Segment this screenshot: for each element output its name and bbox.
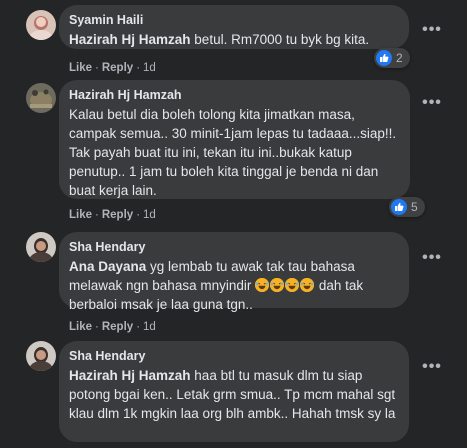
laughing-emoji-icon bbox=[300, 278, 315, 292]
comment-body: betul. Rm7000 tu byk bg kita. bbox=[190, 32, 370, 47]
like-button[interactable]: Like bbox=[69, 321, 92, 333]
reaction-badge[interactable]: 5 bbox=[389, 197, 425, 217]
reply-button[interactable]: Reply bbox=[102, 321, 133, 333]
comment-bubble: Sha Hendary Ana Dayana yg lembab tu awak… bbox=[59, 232, 409, 312]
reply-button[interactable]: Reply bbox=[102, 209, 133, 221]
more-options-icon[interactable]: ••• bbox=[420, 93, 444, 113]
comment-bubble: Sha Hendary Hazirah Hj Hamzah haa btl tu… bbox=[59, 341, 409, 442]
separator: · bbox=[95, 209, 99, 221]
mention-link[interactable]: Ana Dayana bbox=[69, 259, 146, 274]
comment-author[interactable]: Syamin Haili bbox=[69, 13, 399, 28]
like-reaction-icon bbox=[391, 199, 407, 215]
comment-actions: Like · Reply · 1d bbox=[69, 61, 156, 75]
reaction-count: 5 bbox=[411, 200, 418, 214]
timestamp[interactable]: 1d bbox=[143, 209, 156, 221]
reply-button[interactable]: Reply bbox=[102, 62, 133, 74]
avatar[interactable] bbox=[26, 83, 56, 113]
timestamp[interactable]: 1d bbox=[143, 62, 156, 74]
like-reaction-icon bbox=[376, 50, 392, 66]
comment-author[interactable]: Sha Hendary bbox=[69, 349, 399, 364]
comment-text: Hazirah Hj Hamzah betul. Rm7000 tu byk b… bbox=[69, 30, 399, 49]
reaction-count: 2 bbox=[396, 51, 403, 65]
reaction-badge[interactable]: 2 bbox=[374, 48, 410, 68]
mention-link[interactable]: Hazirah Hj Hamzah bbox=[69, 32, 191, 47]
separator: · bbox=[136, 62, 141, 74]
like-button[interactable]: Like bbox=[69, 209, 92, 221]
more-options-icon[interactable]: ••• bbox=[420, 248, 444, 268]
comment-actions: Like · Reply · 1d bbox=[69, 208, 156, 222]
comment-bubble: Syamin Haili Hazirah Hj Hamzah betul. Rm… bbox=[59, 5, 409, 49]
more-options-icon[interactable]: ••• bbox=[420, 20, 444, 40]
comment-author[interactable]: Hazirah Hj Hamzah bbox=[69, 88, 400, 103]
more-options-icon[interactable]: ••• bbox=[420, 357, 444, 377]
laughing-emoji-icon bbox=[285, 278, 300, 292]
comment-text: Hazirah Hj Hamzah haa btl tu masuk dlm t… bbox=[69, 366, 399, 423]
comment-text: Ana Dayana yg lembab tu awak tak tau bah… bbox=[69, 257, 399, 314]
like-button[interactable]: Like bbox=[69, 62, 92, 74]
separator: · bbox=[95, 62, 99, 74]
mention-link[interactable]: Hazirah Hj Hamzah bbox=[69, 368, 191, 383]
comment-text: Kalau betul dia boleh tolong kita jimatk… bbox=[69, 107, 397, 198]
separator: · bbox=[136, 209, 141, 221]
avatar[interactable] bbox=[26, 10, 56, 40]
laughing-emoji-icon bbox=[270, 278, 285, 292]
separator: · bbox=[95, 321, 99, 333]
timestamp[interactable]: 1d bbox=[143, 321, 156, 333]
comment-author[interactable]: Sha Hendary bbox=[69, 240, 399, 255]
comment-actions: Like · Reply · 1d bbox=[69, 320, 156, 334]
avatar[interactable] bbox=[26, 341, 56, 371]
avatar[interactable] bbox=[26, 232, 56, 262]
separator: · bbox=[136, 321, 141, 333]
comment-bubble: Hazirah Hj Hamzah Kalau betul dia boleh … bbox=[59, 80, 410, 199]
laughing-emoji-icon bbox=[255, 278, 270, 292]
